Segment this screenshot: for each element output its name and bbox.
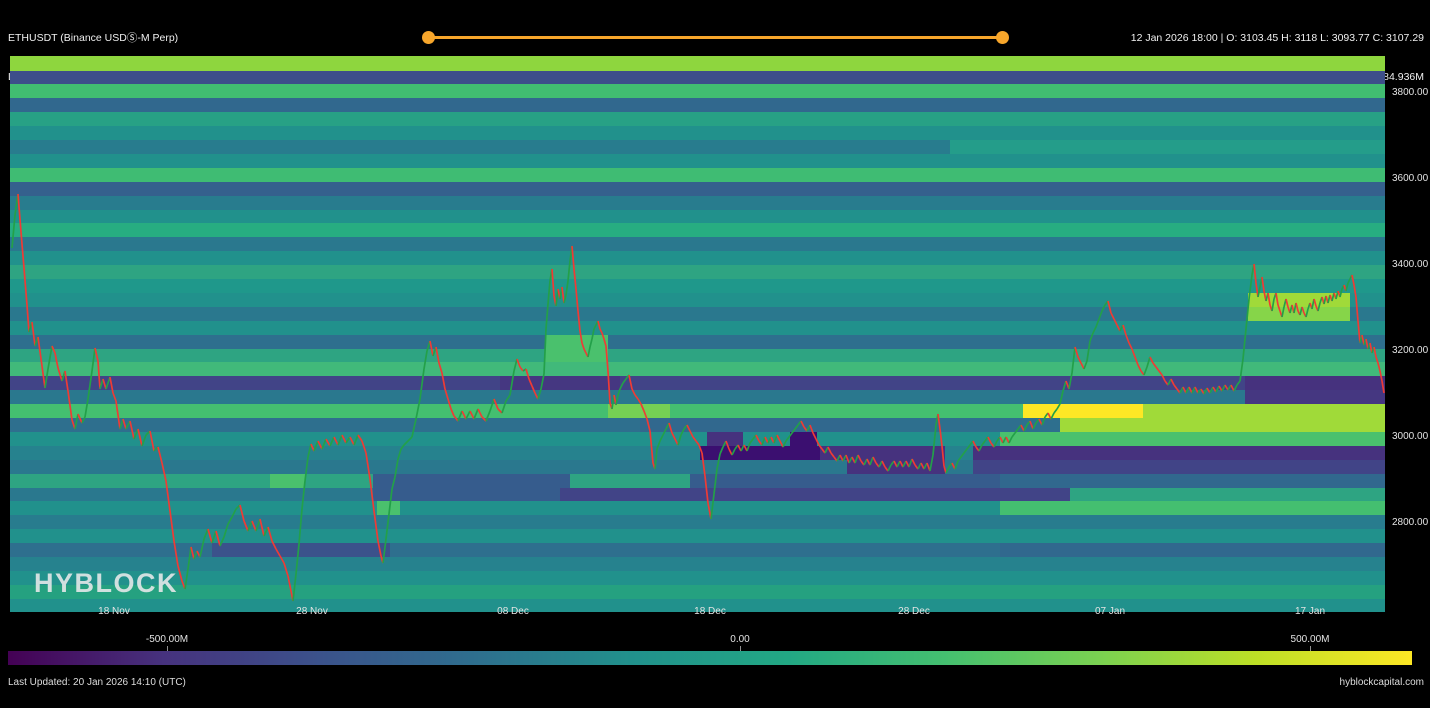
heatmap-band [10,570,1385,585]
heatmap-segment [373,487,560,502]
heatmap-band [10,320,1385,335]
hyblock-heatmap-app: ETHUSDT (Binance USDⓈ-M Perp) Lookback: … [0,0,1430,708]
heatmap-segment [1000,431,1385,446]
heatmap-segment [1000,473,1385,488]
heatmap-segment [1245,376,1385,391]
heatmap-band [10,417,1385,432]
heatmap-band [10,431,1385,446]
heatmap-segment [707,431,743,446]
time-tick-label: 18 Dec [694,606,726,617]
heatmap-band [10,265,1385,280]
price-tick-label: 3400.00 [1392,259,1428,270]
heatmap-band [10,126,1385,141]
hyblock-watermark: HYBLOCK [34,568,178,599]
heatmap-band [10,543,1385,558]
heatmap-segment [690,473,1000,488]
heatmap-segment [1023,404,1143,419]
heatmap-band [10,84,1385,99]
heatmap-band [10,529,1385,544]
heatmap-segment [950,139,1385,154]
time-tick-label: 08 Dec [497,606,529,617]
heatmap-band [10,195,1385,210]
heatmap-band [10,181,1385,196]
price-tick-label: 3600.00 [1392,173,1428,184]
heatmap-band [10,445,1385,460]
heatmap-band [10,306,1385,321]
heatmap-segment [973,445,1385,460]
price-tick-label: 2800.00 [1392,517,1428,528]
heatmap-segment [1000,543,1385,558]
heatmap-band [10,459,1385,474]
heatmap-band [10,139,1385,154]
ohlc-readout: 12 Jan 2026 18:00 | O: 3103.45 H: 3118 L… [1131,32,1424,45]
heatmap-band [10,98,1385,113]
heatmap-band [10,556,1385,571]
colorbar-scale-label: 0.00 [730,634,749,645]
last-updated-text: Last Updated: 20 Jan 2026 14:10 (UTC) [8,677,186,688]
heatmap-segment [847,459,945,474]
heatmap-band [10,167,1385,182]
price-tick-label: 3800.00 [1392,87,1428,98]
time-tick-label: 17 Jan [1295,606,1325,617]
heatmap-segment [640,417,870,432]
heatmap-segment [270,473,305,488]
heatmap-band [10,153,1385,168]
colorbar-gradient [8,651,1412,665]
heatmap-segment [373,473,570,488]
slider-handle-right[interactable] [996,31,1009,44]
heatmap-band [10,70,1385,85]
price-tick-label: 3000.00 [1392,431,1428,442]
heatmap-segment [608,404,670,419]
time-tick-label: 18 Nov [98,606,130,617]
heatmap-band [10,390,1385,405]
heatmap-band [10,209,1385,224]
time-range-slider[interactable] [428,36,1002,39]
heatmap-segment [790,431,817,446]
heatmap-segment [1248,292,1350,307]
heatmap-segment [212,543,390,558]
heatmap-segment [700,445,820,460]
site-link: hyblockcapital.com [1340,677,1424,688]
heatmap-segment [1000,501,1385,516]
heatmap-band [10,348,1385,363]
price-tick-label: 3200.00 [1392,345,1428,356]
heatmap-segment [377,501,400,516]
heatmap-band [10,501,1385,516]
heatmap-band [10,376,1385,391]
heatmap-band [10,251,1385,266]
heatmap-band [10,334,1385,349]
heatmap-band [10,404,1385,419]
heatmap-band [10,292,1385,307]
liquidation-heatmap-chart[interactable]: HYBLOCK [10,56,1385,612]
heatmap-band [10,487,1385,502]
heatmap-band [10,56,1385,71]
symbol-title: ETHUSDT (Binance USDⓈ-M Perp) [8,32,180,45]
heatmap-band [10,278,1385,293]
heatmap-band [10,223,1385,238]
colorbar-scale-label: -500.00M [146,634,188,645]
heatmap-band [10,237,1385,252]
heatmap-band [10,515,1385,530]
heatmap-band [10,473,1385,488]
heatmap-segment [1245,390,1385,405]
time-tick-label: 28 Nov [296,606,328,617]
heatmap-segment [820,445,945,460]
heatmap-band [10,112,1385,127]
heatmap-segment [1248,306,1350,321]
time-tick-label: 28 Dec [898,606,930,617]
colorbar-scale-label: 500.00M [1291,634,1330,645]
heatmap-segment [1070,487,1385,502]
heatmap-segment [1060,417,1385,432]
heatmap-segment [560,487,1070,502]
slider-handle-left[interactable] [422,31,435,44]
time-tick-label: 07 Jan [1095,606,1125,617]
heatmap-segment [1143,404,1385,419]
heatmap-band [10,584,1385,599]
heatmap-band [10,362,1385,377]
heatmap-segment [545,348,608,363]
heatmap-segment [973,459,1385,474]
heatmap-segment [545,334,608,349]
heatmap-segment [500,376,620,391]
